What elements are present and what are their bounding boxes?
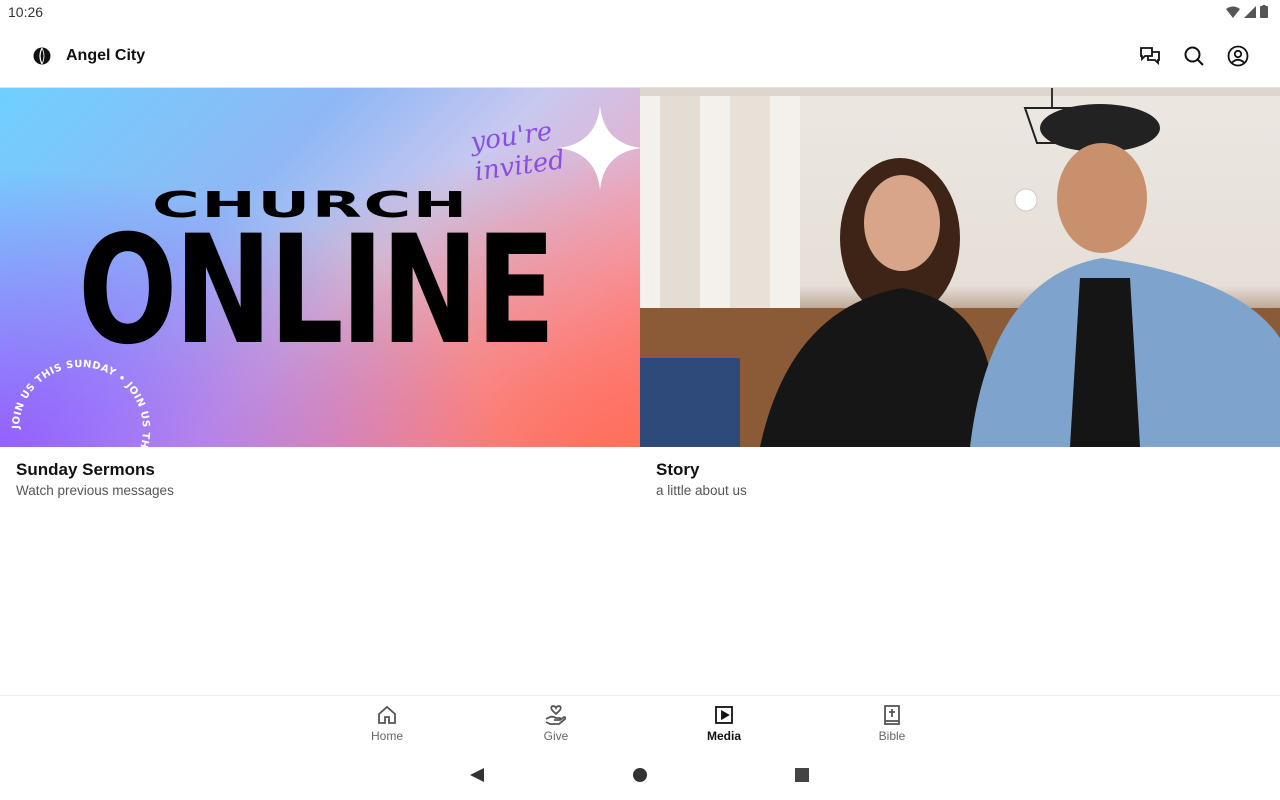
back-icon[interactable] <box>469 767 485 783</box>
status-icons <box>1226 5 1268 18</box>
bottom-navigation: Home Give Media Bible <box>0 695 1280 755</box>
card-subtitle: a little about us <box>656 483 747 498</box>
search-button[interactable] <box>1181 43 1207 69</box>
app-bar: Angel City <box>0 26 1280 88</box>
svg-text:JOIN US THIS SUNDAY • JOIN US: JOIN US THIS SUNDAY • JOIN US THIS SUNDA… <box>11 359 151 447</box>
bible-icon <box>884 705 900 725</box>
circle-badge-text: JOIN US THIS SUNDAY • JOIN US THIS SUNDA… <box>11 359 151 447</box>
sparkle-icon <box>558 106 640 190</box>
nav-label: Bible <box>878 729 906 743</box>
status-time: 10:26 <box>8 4 44 20</box>
nav-item-media[interactable]: Media <box>684 704 764 750</box>
home-icon <box>378 705 396 724</box>
nav-item-bible[interactable]: Bible <box>852 704 932 750</box>
home-circle-icon[interactable] <box>632 767 648 783</box>
thumbnail-headline-main: ONLINE <box>78 204 556 378</box>
give-icon <box>545 705 567 725</box>
recents-icon[interactable] <box>794 767 810 783</box>
battery-icon <box>1260 5 1268 18</box>
nav-item-give[interactable]: Give <box>516 704 596 750</box>
chat-icon <box>1140 47 1160 66</box>
nav-label: Home <box>370 729 403 743</box>
system-navigation-bar <box>0 755 1280 800</box>
sunday-sermons-thumbnail: you're invited CHURCH ONLINE JOIN US THI… <box>0 88 640 447</box>
media-icon <box>715 706 733 724</box>
status-bar: 10:26 <box>0 0 1280 26</box>
card-title: Story <box>656 460 700 479</box>
card-title: Sunday Sermons <box>16 460 155 479</box>
card-subtitle: Watch previous messages <box>16 483 174 498</box>
couple-photo-illustration <box>640 88 1280 447</box>
account-icon <box>1227 45 1249 67</box>
chat-button[interactable] <box>1137 43 1163 69</box>
wifi-icon <box>1226 6 1240 18</box>
nav-label: Media <box>706 729 741 743</box>
join-us-circle-badge: JOIN US THIS SUNDAY • JOIN US THIS SUNDA… <box>11 359 151 447</box>
story-thumbnail-photo <box>640 88 1280 447</box>
media-card-sunday-sermons[interactable]: you're invited CHURCH ONLINE JOIN US THI… <box>0 88 640 508</box>
profile-button[interactable] <box>1225 43 1251 69</box>
nav-item-home[interactable]: Home <box>347 704 427 750</box>
nav-label: Give <box>543 729 569 743</box>
search-icon <box>1184 46 1204 66</box>
church-logo-icon <box>33 47 51 65</box>
media-card-story[interactable]: Story a little about us <box>640 88 1280 508</box>
signal-icon <box>1244 5 1256 18</box>
app-title: Angel City <box>66 47 146 64</box>
